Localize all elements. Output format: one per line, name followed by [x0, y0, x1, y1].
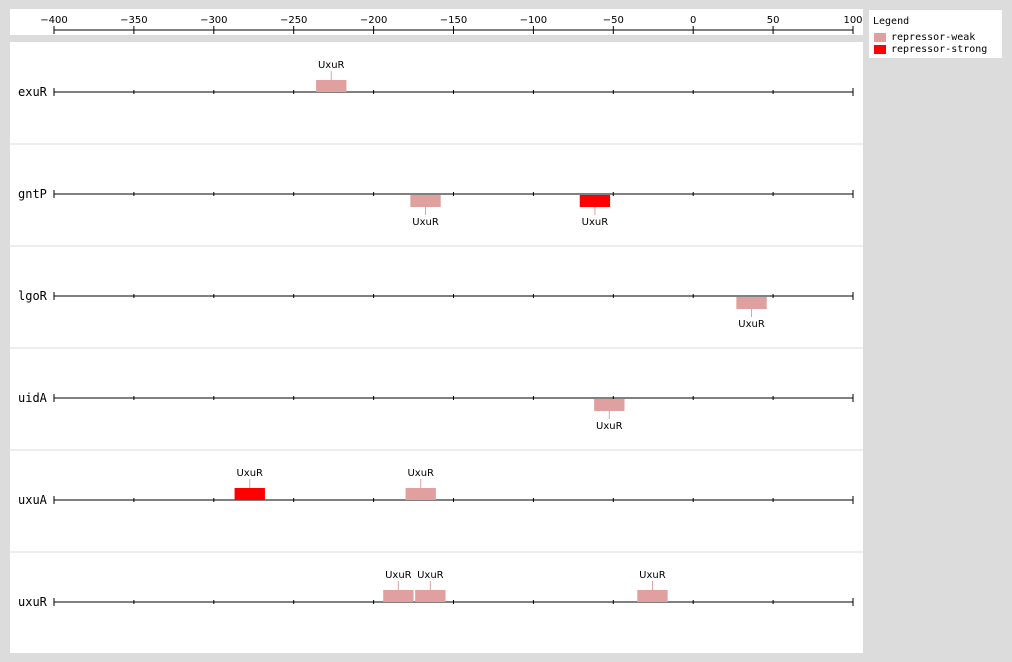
- site-label: UxuR: [385, 570, 412, 581]
- site-label: UxuR: [318, 60, 345, 71]
- binding-site-strong[interactable]: [234, 488, 265, 500]
- site-label: UxuR: [236, 468, 263, 479]
- scale-tick-label: −200: [360, 15, 387, 26]
- legend-swatch-weak: [874, 33, 886, 42]
- binding-site-weak[interactable]: [405, 488, 436, 500]
- site-label: UxuR: [639, 570, 666, 581]
- legend: Legend repressor-weak repressor-strong: [869, 10, 1002, 58]
- scale-tick-label: −150: [440, 15, 467, 26]
- binding-site-weak[interactable]: [415, 590, 446, 602]
- scale-tick-label: −400: [40, 15, 67, 26]
- site-label: UxuR: [407, 468, 434, 479]
- legend-label-weak: repressor-weak: [891, 32, 976, 43]
- legend-label-strong: repressor-strong: [891, 44, 988, 55]
- legend-item-weak: repressor-weak: [873, 32, 999, 44]
- scale-tick-label: 100: [843, 15, 862, 26]
- track-label: uxuR: [18, 595, 48, 609]
- site-map-canvas: −400 −350 −300 −250 −200 −150 −100 −50 0 50 100 ex…: [10, 9, 863, 653]
- scale-tick-label: 0: [690, 15, 696, 26]
- binding-site-weak[interactable]: [637, 590, 668, 602]
- track-label: lgoR: [18, 289, 48, 303]
- track-label: uxuA: [18, 493, 48, 507]
- track-label: exuR: [18, 85, 48, 99]
- site-label: UxuR: [417, 570, 444, 581]
- site-label: UxuR: [738, 319, 765, 330]
- binding-site-weak[interactable]: [316, 80, 347, 92]
- binding-site-weak[interactable]: [736, 297, 767, 309]
- scale-tick-label: −100: [520, 15, 547, 26]
- scale-tick-label: 50: [767, 15, 780, 26]
- site-label: UxuR: [412, 217, 439, 228]
- track-label: gntP: [18, 187, 47, 201]
- site-label: UxuR: [596, 421, 623, 432]
- track-label: uidA: [18, 391, 48, 405]
- scale-tick-label: −50: [603, 15, 624, 26]
- binding-site-strong[interactable]: [579, 195, 611, 207]
- scale-tick-label: −300: [200, 15, 227, 26]
- binding-site-weak[interactable]: [383, 590, 414, 602]
- legend-title: Legend: [873, 16, 910, 27]
- scale-tick-label: −250: [280, 15, 307, 26]
- binding-site-weak[interactable]: [594, 399, 625, 411]
- scale-tick-label: −350: [120, 15, 147, 26]
- site-label: UxuR: [582, 217, 609, 228]
- binding-site-weak[interactable]: [410, 195, 441, 207]
- legend-swatch-strong: [874, 45, 886, 54]
- legend-item-strong: repressor-strong: [873, 44, 999, 56]
